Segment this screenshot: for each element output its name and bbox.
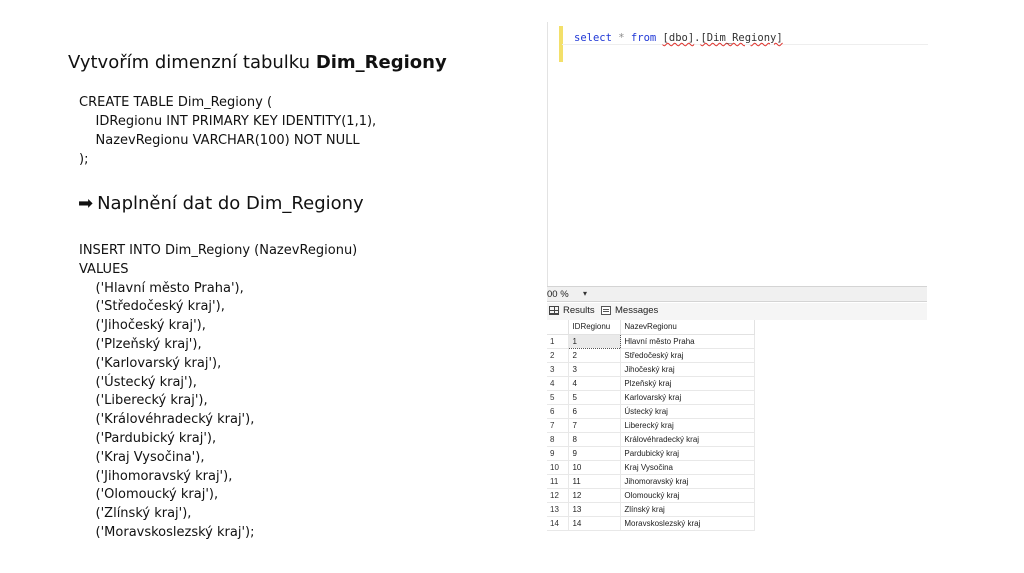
table-row[interactable]: 2 2 Středočeský kraj — [547, 348, 755, 363]
table-row[interactable]: 4 4 Plzeňský kraj — [547, 376, 755, 391]
table-row[interactable]: 13 13 Zlínský kraj — [547, 502, 755, 517]
idregionu-cell[interactable]: 11 — [568, 474, 622, 489]
query-editor[interactable]: select * from [dbo].[Dim_Regiony] — [547, 22, 928, 286]
slide-heading: Vytvořím dimenzní tabulku Dim_Regiony — [68, 52, 447, 73]
nazevregionu-cell[interactable]: Hlavní město Praha — [620, 334, 755, 349]
table-row[interactable]: 10 10 Kraj Vysočina — [547, 460, 755, 475]
table-row[interactable]: 1 1 Hlavní město Praha — [547, 333, 755, 349]
table-row[interactable]: 11 11 Jihomoravský kraj — [547, 474, 755, 489]
idregionu-cell[interactable]: 1 — [568, 333, 622, 349]
idregionu-cell[interactable]: 3 — [568, 362, 622, 377]
nazevregionu-cell[interactable]: Plzeňský kraj — [620, 376, 755, 391]
table-identifier: [Dim_Regiony] — [700, 32, 783, 44]
ssms-window: select * from [dbo].[Dim_Regiony] 00 % ▾… — [547, 22, 928, 532]
section-title: Naplnění dat do Dim_Regiony — [97, 193, 364, 214]
tab-results-label: Results — [563, 305, 595, 316]
table-row[interactable]: 3 3 Jihočeský kraj — [547, 362, 755, 377]
row-number-cell[interactable]: 4 — [547, 376, 570, 391]
zoom-level[interactable]: 00 % — [547, 289, 569, 300]
results-grid[interactable]: IDRegionu NazevRegionu 1 1 Hlavní město Pr… — [547, 320, 755, 531]
row-number-cell[interactable]: 1 — [547, 334, 570, 349]
idregionu-cell[interactable]: 10 — [568, 460, 622, 475]
nazevregionu-cell[interactable]: Ústecký kraj — [620, 404, 755, 419]
heading-prefix: Vytvořím dimenzní tabulku — [68, 52, 316, 73]
messages-icon — [601, 306, 611, 315]
table-row[interactable]: 9 9 Pardubický kraj — [547, 446, 755, 461]
row-number-cell[interactable]: 3 — [547, 362, 570, 377]
nazevregionu-cell[interactable]: Liberecký kraj — [620, 418, 755, 433]
grid-icon — [549, 306, 559, 315]
nazevregionu-cell[interactable]: Moravskoslezský kraj — [620, 516, 755, 531]
row-number-cell[interactable]: 14 — [547, 516, 570, 531]
keyword-from: from — [630, 32, 657, 44]
nazevregionu-cell[interactable]: Královéhradecký kraj — [620, 432, 755, 447]
table-row[interactable]: 7 7 Liberecký kraj — [547, 418, 755, 433]
nazevregionu-cell[interactable]: Zlínský kraj — [620, 502, 755, 517]
keyword-select: select — [574, 32, 612, 44]
table-row[interactable]: 8 8 Královéhradecký kraj — [547, 432, 755, 447]
section-heading: ➡ Naplnění dat do Dim_Regiony — [78, 193, 364, 214]
arrow-right-icon: ➡ — [78, 193, 94, 214]
row-number-cell[interactable]: 9 — [547, 446, 570, 461]
idregionu-cell[interactable]: 4 — [568, 376, 622, 391]
row-number-cell[interactable]: 8 — [547, 432, 570, 447]
idregionu-cell[interactable]: 14 — [568, 516, 622, 531]
nazevregionu-cell[interactable]: Karlovarský kraj — [620, 390, 755, 405]
idregionu-cell[interactable]: 12 — [568, 488, 622, 503]
zoom-bar: 00 % ▾ — [547, 286, 927, 302]
row-number-cell[interactable]: 5 — [547, 390, 570, 405]
nazevregionu-cell[interactable]: Pardubický kraj — [620, 446, 755, 461]
row-number-cell[interactable]: 6 — [547, 404, 570, 419]
idregionu-cell[interactable]: 9 — [568, 446, 622, 461]
create-table-code: CREATE TABLE Dim_Regiony ( IDRegionu INT… — [79, 95, 377, 167]
current-line-highlight — [562, 44, 928, 45]
idregionu-cell[interactable]: 7 — [568, 418, 622, 433]
nazevregionu-cell[interactable]: Olomoucký kraj — [620, 488, 755, 503]
column-header-idregionu[interactable]: IDRegionu — [568, 320, 622, 335]
row-number-cell[interactable]: 10 — [547, 460, 570, 475]
schema-identifier: [dbo] — [662, 32, 695, 44]
nazevregionu-cell[interactable]: Kraj Vysočina — [620, 460, 755, 475]
row-number-cell[interactable]: 13 — [547, 502, 570, 517]
star-operator: * — [618, 32, 625, 44]
row-number-cell[interactable]: 2 — [547, 348, 570, 363]
idregionu-cell[interactable]: 6 — [568, 404, 622, 419]
heading-table-name: Dim_Regiony — [315, 52, 447, 73]
row-number-cell[interactable]: 7 — [547, 418, 570, 433]
nazevregionu-cell[interactable]: Středočeský kraj — [620, 348, 755, 363]
tab-results[interactable]: Results — [549, 305, 595, 316]
idregionu-cell[interactable]: 5 — [568, 390, 622, 405]
table-row[interactable]: 5 5 Karlovarský kraj — [547, 390, 755, 405]
idregionu-cell[interactable]: 8 — [568, 432, 622, 447]
nazevregionu-cell[interactable]: Jihočeský kraj — [620, 362, 755, 377]
column-header-nazevregionu[interactable]: NazevRegionu — [620, 320, 755, 335]
tab-messages-label: Messages — [615, 305, 659, 316]
table-row[interactable]: 14 14 Moravskoslezský kraj — [547, 516, 755, 531]
idregionu-cell[interactable]: 2 — [568, 348, 622, 363]
header-row: IDRegionu NazevRegionu — [547, 320, 755, 335]
table-row[interactable]: 6 6 Ústecký kraj — [547, 404, 755, 419]
tab-messages[interactable]: Messages — [601, 305, 658, 316]
row-number-cell[interactable]: 12 — [547, 488, 570, 503]
results-tabs: Results Messages — [547, 303, 927, 320]
nazevregionu-cell[interactable]: Jihomoravský kraj — [620, 474, 755, 489]
row-number-cell[interactable]: 11 — [547, 474, 570, 489]
chevron-down-icon[interactable]: ▾ — [583, 289, 587, 298]
query-line[interactable]: select * from [dbo].[Dim_Regiony] — [574, 32, 783, 44]
idregionu-cell[interactable]: 13 — [568, 502, 622, 517]
insert-code: INSERT INTO Dim_Regiony (NazevRegionu) V… — [79, 243, 358, 540]
results-table: IDRegionu NazevRegionu 1 1 Hlavní město Pr… — [547, 320, 755, 531]
row-number-header[interactable] — [547, 320, 570, 335]
table-row[interactable]: 12 12 Olomoucký kraj — [547, 488, 755, 503]
